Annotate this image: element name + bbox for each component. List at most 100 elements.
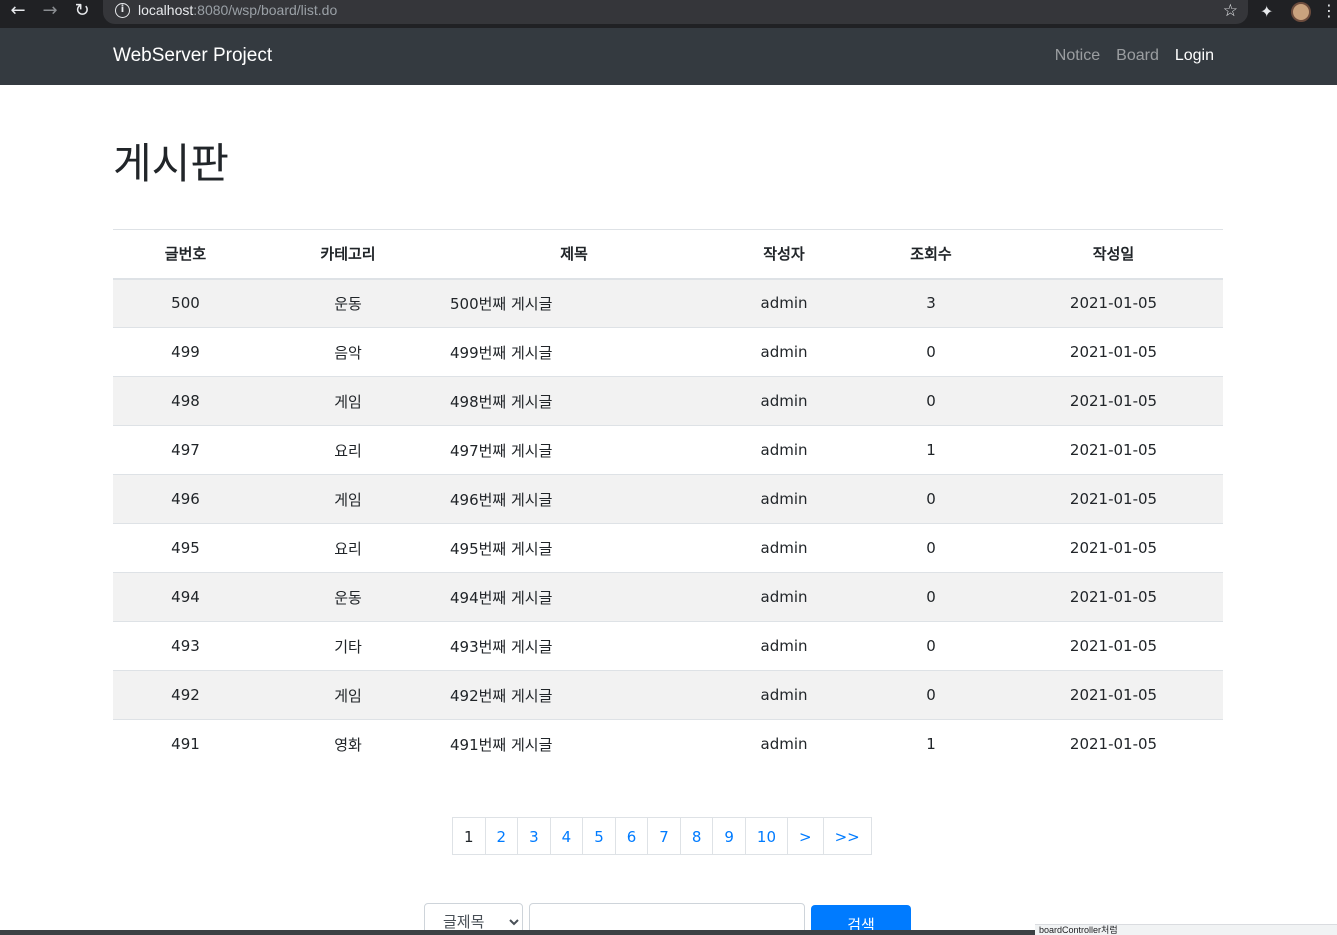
cell-no: 497 [113, 425, 258, 475]
cell-category: 운동 [258, 278, 438, 328]
cell-hits: 1 [858, 719, 1004, 769]
cell-no: 492 [113, 670, 258, 720]
page-link[interactable]: 5 [582, 817, 616, 855]
page-link[interactable]: 2 [484, 817, 519, 855]
page-link[interactable]: 4 [549, 817, 584, 855]
cell-hits: 1 [858, 425, 1004, 475]
cell-no: 493 [113, 621, 258, 671]
url-text[interactable]: localhost:8080/wsp/board/list.do [138, 2, 337, 18]
cell-title-link[interactable]: 494번째 게시글 [438, 572, 710, 622]
cell-no: 499 [113, 327, 258, 377]
cell-no: 500 [113, 278, 258, 328]
cell-title-link[interactable]: 499번째 게시글 [438, 327, 710, 377]
cell-hits: 0 [858, 474, 1004, 524]
profile-avatar[interactable] [1291, 2, 1311, 22]
table-row[interactable]: 494 운동 494번째 게시글 admin 0 2021-01-05 [113, 572, 1223, 622]
cell-writer: admin [710, 621, 858, 671]
cell-writer: admin [710, 474, 858, 524]
cell-hits: 0 [858, 572, 1004, 622]
cell-title-link[interactable]: 500번째 게시글 [438, 278, 710, 328]
cell-writer: admin [710, 523, 858, 573]
table-body: 500 운동 500번째 게시글 admin 3 2021-01-05 499 음악 499번째… [113, 278, 1223, 769]
nav-link-board[interactable]: Board [1116, 47, 1159, 65]
cell-date: 2021-01-05 [1004, 376, 1223, 426]
extensions-puzzle-icon[interactable]: ✦ [1260, 2, 1273, 21]
nav-link-notice[interactable]: Notice [1055, 47, 1100, 65]
page-link[interactable]: > [787, 817, 824, 855]
cell-title-link[interactable]: 493번째 게시글 [438, 621, 710, 671]
reload-icon[interactable]: ↻ [70, 0, 94, 24]
cell-hits: 0 [858, 523, 1004, 573]
page-link[interactable]: 10 [744, 817, 789, 855]
cell-writer: admin [710, 670, 858, 720]
page-link[interactable]: 1 [452, 817, 486, 855]
site-navbar: WebServer Project Notice Board Login [0, 28, 1337, 85]
page-link[interactable]: >> [822, 817, 872, 855]
table-row[interactable]: 496 게임 496번째 게시글 admin 0 2021-01-05 [113, 474, 1223, 524]
header-row: 글번호 카테고리 제목 작성자 조회수 작성일 [113, 229, 1223, 280]
cell-no: 491 [113, 719, 258, 769]
cell-title-link[interactable]: 496번째 게시글 [438, 474, 710, 524]
page-link[interactable]: 3 [517, 817, 551, 855]
bookmark-star-icon[interactable]: ☆ [1223, 0, 1238, 22]
table-row[interactable]: 491 영화 491번째 게시글 admin 1 2021-01-05 [113, 719, 1223, 769]
header-category: 카테고리 [258, 229, 438, 280]
header-no: 글번호 [113, 229, 258, 280]
cell-date: 2021-01-05 [1004, 278, 1223, 328]
back-arrow-icon[interactable]: ← [6, 0, 30, 24]
nav-links: Notice Board Login [1055, 47, 1214, 65]
cell-no: 496 [113, 474, 258, 524]
url-path: :8080/wsp/board/list.do [193, 2, 338, 18]
pagination: 1 2 3 4 5 6 7 8 9 10 > >> [452, 817, 872, 855]
table-row[interactable]: 495 요리 495번째 게시글 admin 0 2021-01-05 [113, 523, 1223, 573]
table-row[interactable]: 499 음악 499번째 게시글 admin 0 2021-01-05 [113, 327, 1223, 377]
cell-date: 2021-01-05 [1004, 719, 1223, 769]
page-link[interactable]: 9 [712, 817, 746, 855]
cell-category: 기타 [258, 621, 438, 671]
cell-title-link[interactable]: 498번째 게시글 [438, 376, 710, 426]
board-table: 글번호 카테고리 제목 작성자 조회수 작성일 500 운동 500번째 게시글 ad… [113, 229, 1223, 769]
brand-link[interactable]: WebServer Project [113, 45, 272, 67]
cell-date: 2021-01-05 [1004, 572, 1223, 622]
cell-title-link[interactable]: 492번째 게시글 [438, 670, 710, 720]
status-tooltip: boardController처럼 [1035, 924, 1337, 935]
cell-category: 게임 [258, 376, 438, 426]
cell-date: 2021-01-05 [1004, 523, 1223, 573]
page-link[interactable]: 8 [679, 817, 714, 855]
cell-hits: 0 [858, 621, 1004, 671]
cell-date: 2021-01-05 [1004, 621, 1223, 671]
url-host: localhost [138, 2, 194, 18]
header-writer: 작성자 [710, 229, 858, 280]
cell-title-link[interactable]: 497번째 게시글 [438, 425, 710, 475]
cell-writer: admin [710, 425, 858, 475]
address-bar[interactable]: i localhost:8080/wsp/board/list.do ☆ [103, 0, 1248, 24]
cell-date: 2021-01-05 [1004, 327, 1223, 377]
cell-category: 게임 [258, 670, 438, 720]
table-row[interactable]: 498 게임 498번째 게시글 admin 0 2021-01-05 [113, 376, 1223, 426]
cell-no: 494 [113, 572, 258, 622]
forward-arrow-icon[interactable]: → [38, 0, 62, 24]
cell-title-link[interactable]: 491번째 게시글 [438, 719, 710, 769]
table-row[interactable]: 492 게임 492번째 게시글 admin 0 2021-01-05 [113, 670, 1223, 720]
cell-hits: 0 [858, 670, 1004, 720]
page-link[interactable]: 7 [647, 817, 681, 855]
page-link[interactable]: 6 [614, 817, 649, 855]
cell-category: 요리 [258, 425, 438, 475]
more-menu-icon[interactable]: ⋮ [1321, 0, 1337, 22]
cell-category: 게임 [258, 474, 438, 524]
table-row[interactable]: 493 기타 493번째 게시글 admin 0 2021-01-05 [113, 621, 1223, 671]
header-hits: 조회수 [858, 229, 1004, 280]
cell-writer: admin [710, 572, 858, 622]
table-header: 글번호 카테고리 제목 작성자 조회수 작성일 [113, 229, 1223, 280]
cell-title-link[interactable]: 495번째 게시글 [438, 523, 710, 573]
nav-link-login[interactable]: Login [1175, 47, 1214, 65]
cell-writer: admin [710, 719, 858, 769]
info-icon[interactable]: i [115, 3, 130, 18]
header-title: 제목 [438, 229, 710, 280]
cell-date: 2021-01-05 [1004, 425, 1223, 475]
table-row[interactable]: 500 운동 500번째 게시글 admin 3 2021-01-05 [113, 278, 1223, 328]
page-title: 게시판 [113, 139, 229, 188]
table-row[interactable]: 497 요리 497번째 게시글 admin 1 2021-01-05 [113, 425, 1223, 475]
cell-category: 요리 [258, 523, 438, 573]
cell-date: 2021-01-05 [1004, 670, 1223, 720]
